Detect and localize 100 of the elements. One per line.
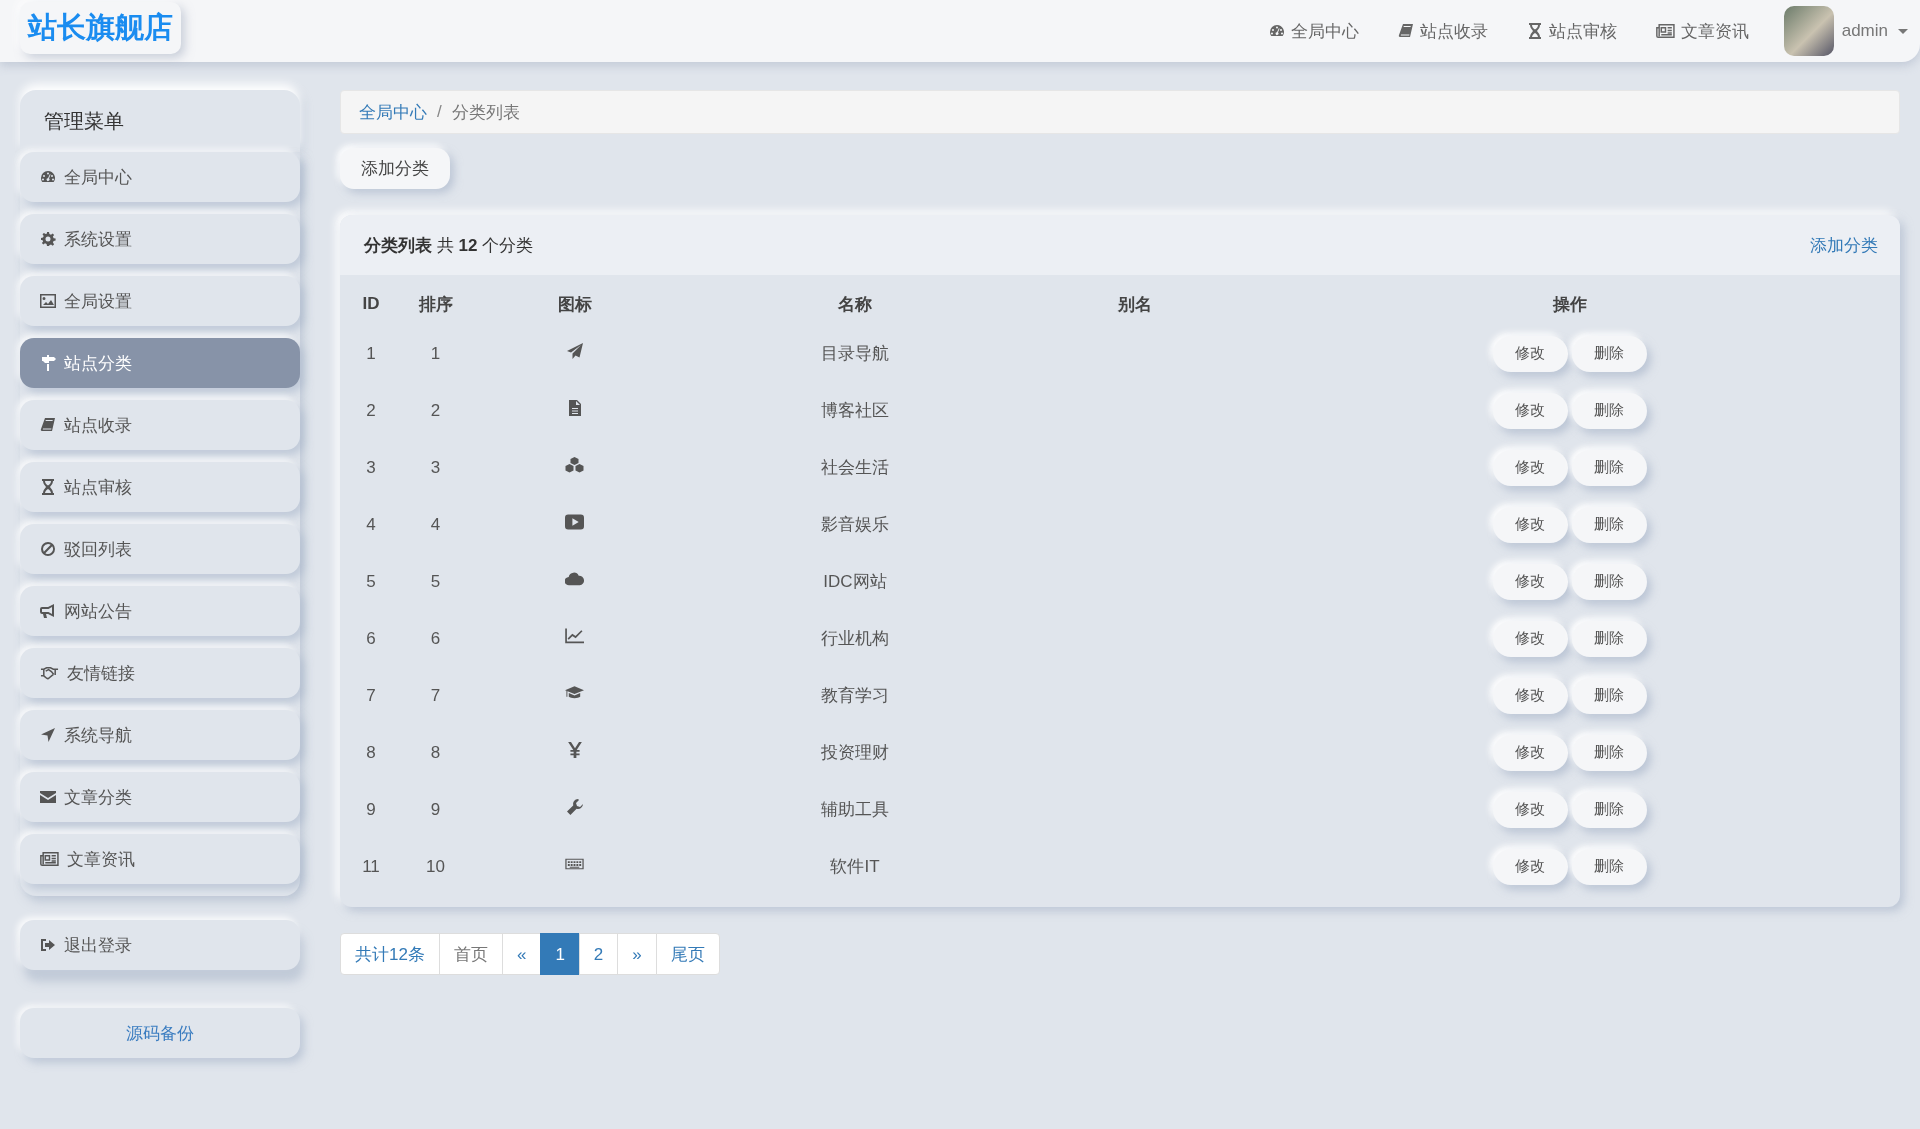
sidebar-item[interactable]: 友情链接 <box>20 648 300 698</box>
line-chart-icon <box>565 628 584 644</box>
wrench-icon <box>566 799 583 815</box>
sidebar-item[interactable]: 网站公告 <box>20 586 300 636</box>
table-cell-text: 2 <box>365 399 377 422</box>
prohibited-icon <box>40 541 56 557</box>
sidebar-item[interactable]: 文章资讯 <box>20 834 300 884</box>
pagination-item[interactable]: 尾页 <box>655 933 720 975</box>
table-cell-text: 教育学习 <box>820 685 890 707</box>
pagination-item[interactable]: « <box>501 933 542 975</box>
delete-button[interactable]: 删除 <box>1571 791 1647 828</box>
logout-button[interactable]: 退出登录 <box>20 920 300 970</box>
envelope-icon <box>40 789 56 805</box>
edit-button[interactable]: 修改 <box>1492 449 1568 486</box>
edit-button[interactable]: 修改 <box>1492 848 1568 885</box>
sidebar-item[interactable]: 站点审核 <box>20 462 300 512</box>
signpost-icon <box>40 355 56 371</box>
table-cell-text: 10 <box>425 855 446 878</box>
paper-plane-icon <box>566 343 583 359</box>
book-icon <box>40 417 56 433</box>
table-cell-text: 5 <box>429 570 442 593</box>
pagination-item[interactable]: » <box>617 933 657 975</box>
add-category-button[interactable]: 添加分类 <box>340 148 450 189</box>
sign-out-icon <box>40 937 56 953</box>
table-cell-text: 7 <box>365 684 377 707</box>
gauge-icon <box>40 169 56 185</box>
pagination-item[interactable]: 共计12条 <box>340 933 440 975</box>
table-cell-text: 目录导航 <box>820 343 890 365</box>
edit-button[interactable]: 修改 <box>1492 335 1568 372</box>
panel-title: 分类列表 共 12 个分类 <box>364 234 534 257</box>
edit-button[interactable]: 修改 <box>1492 791 1568 828</box>
sidebar-item[interactable]: 全局中心 <box>20 152 300 202</box>
column-header: 排序 <box>417 293 454 316</box>
breadcrumb-link[interactable]: 全局中心 <box>359 100 427 124</box>
table-cell-text: 6 <box>429 627 442 650</box>
table-cell-text: 辅助工具 <box>820 799 890 821</box>
table-cell-text: 6 <box>365 627 377 650</box>
site-logo-text[interactable]: 站长旗舰店 <box>20 2 181 54</box>
pagination-item[interactable]: 首页 <box>438 933 503 975</box>
pagination-item[interactable]: 1 <box>540 933 580 975</box>
delete-button[interactable]: 删除 <box>1571 563 1647 600</box>
sidebar-item[interactable]: 全局设置 <box>20 276 300 326</box>
hourglass-icon <box>40 479 56 495</box>
breadcrumb-current: 分类列表 <box>451 101 520 124</box>
table-cell-text: 社会生活 <box>820 457 890 479</box>
column-header: 别名 <box>1116 293 1153 316</box>
sidebar-item[interactable]: 站点收录 <box>20 400 300 450</box>
add-category-link[interactable]: 添加分类 <box>1810 233 1878 257</box>
edit-button[interactable]: 修改 <box>1492 563 1568 600</box>
megaphone-icon <box>40 603 56 619</box>
table-cell-text: 9 <box>365 798 377 821</box>
pagination-item[interactable]: 2 <box>578 933 619 975</box>
delete-button[interactable]: 删除 <box>1571 506 1647 543</box>
column-header: ID <box>361 293 381 315</box>
column-header: 图标 <box>556 293 593 316</box>
table-cell-text: 软件IT <box>829 856 881 878</box>
delete-button[interactable]: 删除 <box>1571 677 1647 714</box>
table-cell-text: 11 <box>361 855 381 878</box>
sidebar-item[interactable]: 文章分类 <box>20 772 300 822</box>
table-cell-text: 3 <box>365 456 377 479</box>
user-menu[interactable]: admin <box>1783 6 1908 56</box>
newspaper-icon <box>40 851 59 867</box>
delete-button[interactable]: 删除 <box>1571 335 1647 372</box>
caret-icon <box>1898 28 1908 34</box>
delete-button[interactable]: 删除 <box>1571 734 1647 771</box>
cloud-icon <box>565 571 584 587</box>
edit-button[interactable]: 修改 <box>1492 620 1568 657</box>
sidebar-item[interactable]: 驳回列表 <box>20 524 300 574</box>
table-cell-text: 博客社区 <box>820 400 890 422</box>
edit-button[interactable]: 修改 <box>1492 392 1568 429</box>
yen-sign-icon <box>566 742 583 758</box>
table-cell-text: 8 <box>429 741 442 764</box>
nav-link[interactable]: 站点审核 <box>1526 19 1617 43</box>
nav-link[interactable]: 站点收录 <box>1397 19 1488 43</box>
table-cell-text: IDC网站 <box>822 571 888 593</box>
newspaper-icon <box>1655 23 1675 39</box>
delete-button[interactable]: 删除 <box>1571 620 1647 657</box>
table-cell-text: 投资理财 <box>820 742 890 764</box>
table-cell-text: 影音娱乐 <box>820 514 890 536</box>
cubes-icon <box>565 457 584 473</box>
menu-heading: 管理菜单 <box>20 90 300 152</box>
nav-link[interactable]: 全局中心 <box>1268 19 1359 43</box>
nav-link[interactable]: 文章资讯 <box>1655 19 1749 43</box>
sidebar-item[interactable]: 系统设置 <box>20 214 300 264</box>
table-cell-text: 4 <box>429 513 442 536</box>
footer-link[interactable]: 源码备份 <box>20 1008 300 1058</box>
document-icon <box>566 400 583 416</box>
delete-button[interactable]: 删除 <box>1571 392 1647 429</box>
graduation-cap-icon <box>565 685 584 701</box>
picture-icon <box>40 293 56 309</box>
edit-button[interactable]: 修改 <box>1492 506 1568 543</box>
table-cell-text: 4 <box>365 513 377 536</box>
delete-button[interactable]: 删除 <box>1571 848 1647 885</box>
delete-button[interactable]: 删除 <box>1571 449 1647 486</box>
edit-button[interactable]: 修改 <box>1492 734 1568 771</box>
table-cell-text: 行业机构 <box>820 628 890 650</box>
table-cell-text: 7 <box>429 684 442 707</box>
sidebar-item[interactable]: 系统导航 <box>20 710 300 760</box>
edit-button[interactable]: 修改 <box>1492 677 1568 714</box>
breadcrumb-separator: / <box>437 102 442 122</box>
